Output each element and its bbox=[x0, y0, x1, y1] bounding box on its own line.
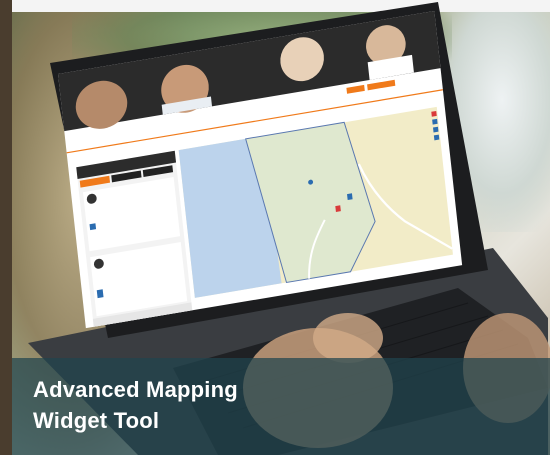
map-tool-icon bbox=[433, 126, 439, 133]
caption-band bbox=[12, 358, 550, 455]
caption-title-line-2: Widget Tool bbox=[33, 408, 160, 433]
comment-button bbox=[96, 289, 104, 299]
caption-title-line-1: Advanced Mapping bbox=[33, 377, 238, 402]
map-marker-icon bbox=[335, 205, 341, 213]
map-tool-icon bbox=[431, 110, 437, 117]
map-tool-icon bbox=[433, 134, 440, 141]
map-tool-icon bbox=[432, 118, 438, 125]
map-marker-icon bbox=[347, 193, 353, 201]
right-hand-fingers bbox=[313, 313, 383, 363]
comment-button bbox=[89, 223, 97, 231]
